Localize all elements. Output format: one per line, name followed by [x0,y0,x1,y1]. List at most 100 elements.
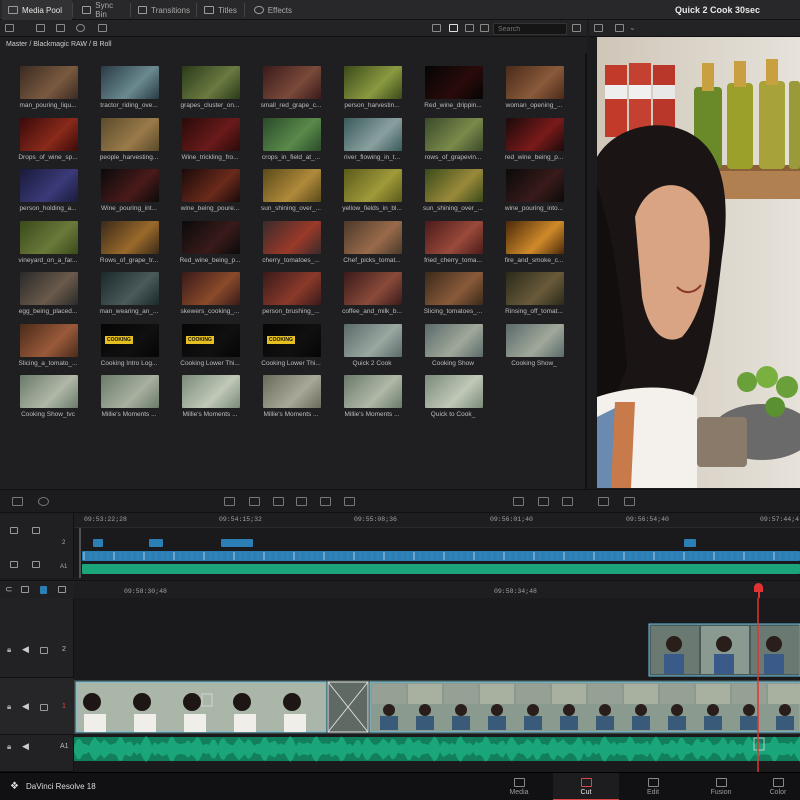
place-on-top-icon[interactable] [320,497,331,506]
media-clip[interactable]: skewers_cooking_... [174,272,246,322]
media-clip[interactable]: Drops_of_wine_sp... [12,117,84,168]
lower-timeline-tracks[interactable] [74,580,800,772]
sync-icon[interactable] [76,24,85,32]
close-up-icon[interactable] [296,497,307,506]
media-clip[interactable]: woman_opening_... [498,66,570,116]
viewer-frame[interactable] [597,37,800,488]
media-clip[interactable]: wine_being_poure... [174,169,246,219]
dual-viewer-icon[interactable] [538,497,549,506]
media-clip[interactable]: yellow_fields_in_bl... [336,169,408,219]
metadata-view-icon[interactable] [480,24,489,32]
audio-tool-icon[interactable] [10,561,18,568]
play-icon[interactable] [598,497,609,506]
upper-clip-a1[interactable] [82,564,800,574]
import-folder-icon[interactable] [56,24,65,32]
media-clip[interactable]: Red_wine_being_p... [174,220,246,271]
media-clip[interactable]: Quick 2 Cook [336,323,408,374]
media-clip[interactable]: cherry_tomatoes_... [255,220,327,271]
upper-clip-v2[interactable] [93,539,103,547]
upper-timeline-ruler[interactable]: 09:53:22;28 09:54:15;32 09:55:08;36 09:5… [74,514,800,528]
media-clip[interactable]: COOKING Cooking Lower Thi... [174,323,246,374]
media-clip[interactable]: crops_in_field_at_... [255,117,327,168]
edit-icon[interactable] [98,24,107,32]
upper-clip-v2[interactable] [221,539,253,547]
media-clip[interactable]: tractor_riding_ove... [93,66,165,116]
tab-sync-bin[interactable]: Sync Bin [76,0,130,20]
audio-meter-icon[interactable] [513,497,524,506]
monitor-icon[interactable] [40,647,48,654]
breadcrumb[interactable]: Master / Blackmagic RAW / B Roll [0,37,587,53]
lock-icon[interactable]: 🔒︎ [7,742,11,752]
media-clip[interactable]: egg_being_placed... [12,272,84,322]
media-clip[interactable]: Chef_picks_tomat... [336,220,408,271]
lower-timeline-ruler[interactable]: 09:58:30;48 09:58:34;48 [74,580,800,599]
page-edit[interactable]: Edit [620,773,686,800]
media-clip[interactable]: Millie's Moments ... [336,375,408,425]
magnet-icon[interactable]: ⊂ [5,584,13,595]
viewer-layout-icon[interactable] [615,24,624,32]
media-clip[interactable]: Millie's Moments ... [174,375,246,425]
scissors-icon[interactable] [38,497,49,506]
media-clip[interactable]: rows_of_grapevin... [417,117,489,168]
media-clip[interactable]: Red_wine_drippin... [417,66,489,116]
lock-icon[interactable]: 🔒︎ [7,702,11,712]
media-clip[interactable]: coffee_and_milk_b... [336,272,408,322]
waveform-icon[interactable] [562,497,573,506]
sidebar-toggle-icon[interactable] [5,24,14,32]
page-cut[interactable]: Cut [553,773,619,800]
snapping-icon[interactable] [21,586,29,593]
page-media[interactable]: Media [486,773,552,800]
transform-icon[interactable] [32,527,40,534]
media-clip[interactable]: man_wearing_an_... [93,272,165,322]
upper-timeline-tracks[interactable] [74,528,800,578]
media-clip[interactable]: Millie's Moments ... [93,375,165,425]
media-clip[interactable]: Wine_trickling_fro... [174,117,246,168]
speaker-icon[interactable]: ◀ [22,701,29,712]
media-clip[interactable]: Cooking Show_ [498,323,570,374]
page-color[interactable]: Color [756,773,800,800]
media-clip[interactable]: sun_shining_over_... [417,169,489,219]
search-input[interactable] [493,23,567,35]
chevron-down-icon[interactable]: ⌄ [629,23,636,32]
media-clip[interactable]: wine_pouring_into... [498,169,570,219]
media-clip[interactable]: person_holding_a... [12,169,84,219]
tab-transitions[interactable]: Transitions [132,0,196,20]
upper-clip-v1[interactable] [82,551,800,561]
link-icon[interactable] [32,561,40,568]
track-header-video-2[interactable]: 🔒︎ ◀ 2 [0,598,74,678]
upper-clip-v2[interactable] [684,539,696,547]
speaker-icon[interactable]: ◀ [22,741,29,752]
media-clip[interactable]: Cooking Show_tvc [12,375,84,425]
thumbnail-view-icon[interactable] [449,24,458,32]
track-lock-icon[interactable] [40,586,47,594]
media-clip[interactable]: COOKING Cooking Lower Thi... [255,323,327,374]
sort-icon[interactable] [432,24,441,32]
zoom-icon[interactable] [58,586,66,593]
timeline-options-icon[interactable] [624,497,635,506]
tab-media-pool[interactable]: Media Pool [2,0,72,20]
media-clip[interactable]: fire_and_smoke_c... [498,220,570,271]
options-icon[interactable] [572,24,581,32]
media-clip[interactable]: Quick to Cook_ [417,375,489,425]
append-icon[interactable] [249,497,260,506]
media-clip[interactable]: Rows_of_grape_tr... [93,220,165,271]
media-clip[interactable]: COOKING Cooking Intro Log... [93,323,165,374]
media-clip[interactable]: Slicing_a_tomato_... [12,323,84,374]
import-media-icon[interactable] [36,24,45,32]
speaker-icon[interactable]: ◀ [22,644,29,655]
media-clip[interactable]: red_wine_being_p... [498,117,570,168]
tab-effects[interactable]: Effects [248,0,298,20]
media-clip[interactable]: Wine_pouring_int... [93,169,165,219]
media-clip[interactable]: small_red_grape_c... [255,66,327,116]
text-tool-icon[interactable] [10,527,18,534]
viewer-mode-icon[interactable] [594,24,603,32]
lock-icon[interactable]: 🔒︎ [7,645,11,655]
tab-titles[interactable]: Titles [198,0,244,20]
media-clip[interactable]: fried_cherry_toma... [417,220,489,271]
page-fusion[interactable]: Fusion [688,773,754,800]
ripple-overwrite-icon[interactable] [273,497,284,506]
media-clip[interactable]: grapes_cluster_on... [174,66,246,116]
media-clip[interactable]: sun_shining_over_... [255,169,327,219]
media-clip[interactable]: Millie's Moments ... [255,375,327,425]
media-clip[interactable]: Slicing_tomatoes_... [417,272,489,322]
